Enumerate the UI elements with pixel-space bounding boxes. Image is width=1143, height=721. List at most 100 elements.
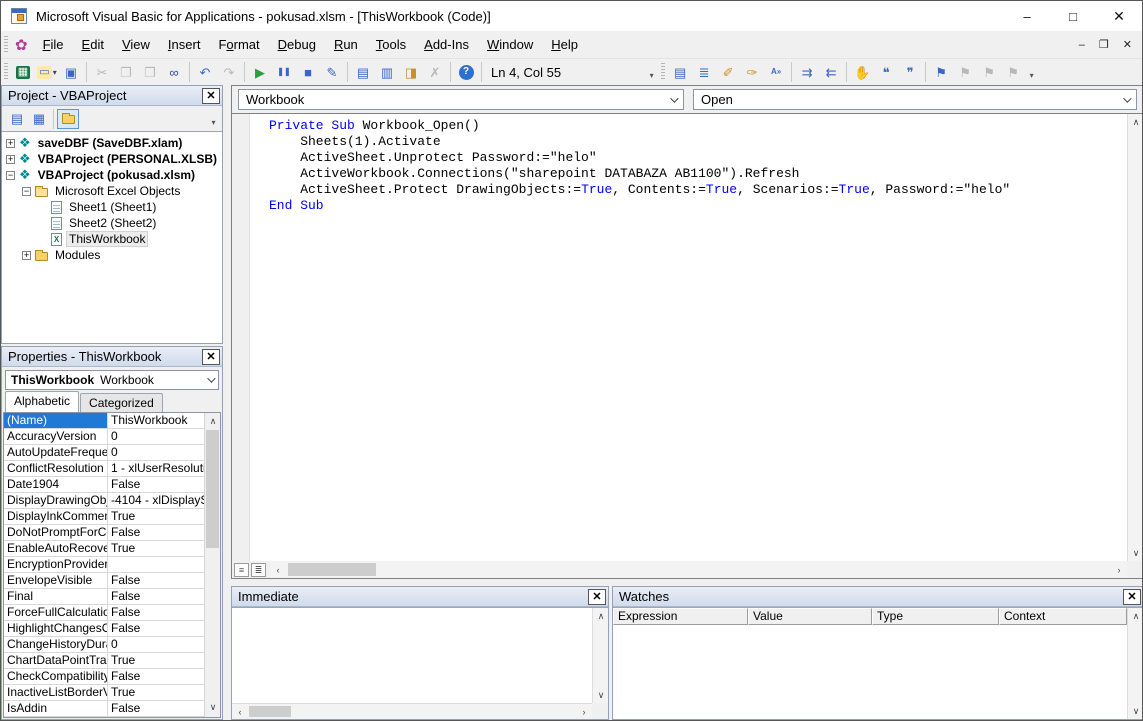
code-line[interactable]: Sheets(1).Activate bbox=[269, 134, 1127, 150]
property-value[interactable] bbox=[108, 557, 204, 572]
immediate-vertical-scrollbar[interactable]: ∧ ∨ bbox=[592, 608, 608, 703]
property-name[interactable]: EnvelopeVisible bbox=[4, 573, 108, 588]
scroll-thumb[interactable] bbox=[206, 430, 219, 548]
procedure-view-button[interactable]: ≡ bbox=[234, 563, 249, 577]
code-line[interactable]: Private Sub Workbook_Open() bbox=[269, 118, 1127, 134]
clear-bookmarks-button[interactable]: ⚑ bbox=[1001, 61, 1025, 83]
full-module-view-button[interactable]: ≣ bbox=[251, 563, 266, 577]
property-value[interactable]: ThisWorkbook bbox=[108, 413, 204, 428]
immediate-panel-close-button[interactable]: ✕ bbox=[588, 589, 606, 605]
property-row[interactable]: EnableAutoRecoverTrue bbox=[4, 541, 204, 557]
property-value[interactable]: True bbox=[108, 509, 204, 524]
design-mode-button[interactable]: ✎ bbox=[320, 61, 344, 83]
property-value[interactable]: True bbox=[108, 541, 204, 556]
menu-edit[interactable]: Edit bbox=[73, 31, 113, 58]
property-row[interactable]: FinalFalse bbox=[4, 589, 204, 605]
property-name[interactable]: HighlightChangesOn bbox=[4, 621, 108, 636]
code-editor[interactable]: Private Sub Workbook_Open() Sheets(1).Ac… bbox=[232, 113, 1143, 561]
mdi-restore-button[interactable]: ❐ bbox=[1099, 38, 1109, 51]
list-properties-methods-button[interactable]: ▤ bbox=[668, 61, 692, 83]
redo-button[interactable]: ↷ bbox=[217, 61, 241, 83]
view-microsoft-excel-button[interactable]: ▦ bbox=[11, 61, 35, 83]
watches-column-expression[interactable]: Expression bbox=[613, 608, 748, 625]
property-row[interactable]: ConflictResolution1 - xlUserResolutio bbox=[4, 461, 204, 477]
complete-word-button[interactable]: A» bbox=[764, 61, 788, 83]
tab-categorized[interactable]: Categorized bbox=[80, 393, 163, 412]
property-name[interactable]: InactiveListBorderVis bbox=[4, 685, 108, 700]
menu-file[interactable]: File bbox=[34, 31, 73, 58]
project-panel-close-button[interactable]: ✕ bbox=[202, 88, 220, 104]
collapse-icon[interactable]: − bbox=[6, 171, 15, 180]
object-dropdown[interactable]: Workbook bbox=[238, 89, 684, 110]
property-name[interactable]: DisplayInkComments bbox=[4, 509, 108, 524]
property-row[interactable]: ForceFullCalculationFalse bbox=[4, 605, 204, 621]
panel-splitter[interactable] bbox=[223, 85, 231, 720]
expand-icon[interactable]: + bbox=[6, 139, 15, 148]
code-line[interactable]: End Sub bbox=[269, 198, 1127, 214]
property-name[interactable]: CheckCompatibility bbox=[4, 669, 108, 684]
property-value[interactable]: False bbox=[108, 573, 204, 588]
tree-item[interactable]: Sheet2 (Sheet2) bbox=[2, 215, 222, 231]
minimize-button[interactable]: – bbox=[1004, 1, 1050, 31]
properties-scrollbar[interactable]: ∧ ∨ bbox=[204, 413, 220, 717]
project-explorer-button[interactable]: ▤ bbox=[351, 61, 375, 83]
undo-button[interactable]: ↶ bbox=[193, 61, 217, 83]
property-name[interactable]: AutoUpdateFrequen bbox=[4, 445, 108, 460]
expand-icon[interactable]: + bbox=[6, 155, 15, 164]
code-line[interactable]: ActiveSheet.Protect DrawingObjects:=True… bbox=[269, 182, 1127, 198]
code-horizontal-scrollbar[interactable]: ‹ › bbox=[270, 561, 1127, 578]
scroll-down-icon[interactable]: ∨ bbox=[205, 699, 221, 715]
scroll-down-icon[interactable]: ∨ bbox=[1128, 703, 1143, 719]
close-button[interactable]: ✕ bbox=[1096, 1, 1142, 31]
property-row[interactable]: EncryptionProvider bbox=[4, 557, 204, 573]
property-row[interactable]: AccuracyVersion0 bbox=[4, 429, 204, 445]
property-value[interactable]: -4104 - xlDisplaySh bbox=[108, 493, 204, 508]
property-name[interactable]: ChangeHistoryDurat bbox=[4, 637, 108, 652]
toolbox-button[interactable]: ✗ bbox=[423, 61, 447, 83]
toolbar-grip[interactable] bbox=[661, 63, 665, 81]
tree-item[interactable]: Sheet1 (Sheet1) bbox=[2, 199, 222, 215]
property-value[interactable]: 0 bbox=[108, 429, 204, 444]
property-name[interactable]: ChartDataPointTrack bbox=[4, 653, 108, 668]
menu-addins[interactable]: Add-Ins bbox=[415, 31, 478, 58]
property-row[interactable]: HighlightChangesOnFalse bbox=[4, 621, 204, 637]
property-row[interactable]: DisplayInkCommentsTrue bbox=[4, 509, 204, 525]
property-row[interactable]: AutoUpdateFrequen0 bbox=[4, 445, 204, 461]
next-bookmark-button[interactable]: ⚑ bbox=[953, 61, 977, 83]
property-value[interactable]: False bbox=[108, 525, 204, 540]
menu-debug[interactable]: Debug bbox=[269, 31, 325, 58]
comment-block-button[interactable]: ❝ bbox=[874, 61, 898, 83]
scroll-up-icon[interactable]: ∧ bbox=[593, 608, 608, 624]
menu-insert[interactable]: Insert bbox=[159, 31, 210, 58]
break-button[interactable]: ❚❚ bbox=[272, 61, 296, 83]
code-line[interactable]: ActiveSheet.Unprotect Password:="helo" bbox=[269, 150, 1127, 166]
property-value[interactable]: False bbox=[108, 621, 204, 636]
property-value[interactable]: True bbox=[108, 685, 204, 700]
help-button[interactable]: ? bbox=[454, 61, 478, 83]
property-value[interactable]: 1 - xlUserResolutio bbox=[108, 461, 204, 476]
watches-vertical-scrollbar[interactable]: ∧ ∨ bbox=[1127, 608, 1143, 719]
property-value[interactable]: 0 bbox=[108, 445, 204, 460]
property-name[interactable]: AccuracyVersion bbox=[4, 429, 108, 444]
watches-column-type[interactable]: Type bbox=[872, 608, 999, 625]
scroll-thumb[interactable] bbox=[249, 706, 291, 717]
run-sub-button[interactable]: ▶ bbox=[248, 61, 272, 83]
property-row[interactable]: DisplayDrawingObje-4104 - xlDisplaySh bbox=[4, 493, 204, 509]
tree-item[interactable]: +saveDBF (SaveDBF.xlam) bbox=[2, 135, 222, 151]
property-name[interactable]: EnableAutoRecover bbox=[4, 541, 108, 556]
code-vertical-scrollbar[interactable]: ∧ ∨ bbox=[1127, 114, 1143, 561]
property-row[interactable]: IsAddinFalse bbox=[4, 701, 204, 717]
watches-content[interactable]: ExpressionValueTypeContext ∧ ∨ bbox=[613, 607, 1143, 719]
toggle-folders-button[interactable] bbox=[57, 109, 79, 129]
tree-item[interactable]: ThisWorkbook bbox=[2, 231, 222, 247]
property-name[interactable]: IsAddin bbox=[4, 701, 108, 716]
code-line[interactable]: ActiveWorkbook.Connections("sharepoint D… bbox=[269, 166, 1127, 182]
menu-run[interactable]: Run bbox=[325, 31, 367, 58]
tab-alphabetic[interactable]: Alphabetic bbox=[5, 391, 79, 412]
list-constants-button[interactable]: ≣ bbox=[692, 61, 716, 83]
property-name[interactable]: Final bbox=[4, 589, 108, 604]
uncomment-block-button[interactable]: ❞ bbox=[898, 61, 922, 83]
property-name[interactable]: DoNotPromptForCon bbox=[4, 525, 108, 540]
property-row[interactable]: InactiveListBorderVisTrue bbox=[4, 685, 204, 701]
scroll-left-icon[interactable]: ‹ bbox=[270, 561, 286, 578]
